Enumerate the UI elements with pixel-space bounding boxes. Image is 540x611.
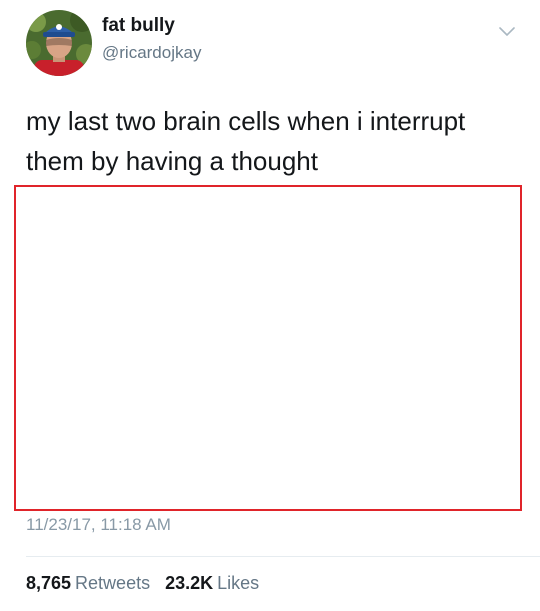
timestamp[interactable]: 11/23/17, 11:18 AM <box>26 515 171 535</box>
divider <box>26 556 540 557</box>
avatar[interactable] <box>26 10 92 76</box>
retweets-count: 8,765 <box>26 573 72 593</box>
retweets-label: Retweets <box>75 573 151 593</box>
likes-label: Likes <box>217 573 260 593</box>
likes-link[interactable]: 23.2K Likes <box>155 573 259 593</box>
chevron-down-icon[interactable] <box>496 24 518 40</box>
likes-count: 23.2K <box>165 573 214 593</box>
tweet-text: my last two brain cells when i interrupt… <box>26 106 466 176</box>
username-handle[interactable]: @ricardojkay <box>102 43 201 63</box>
display-name[interactable]: fat bully <box>102 15 175 37</box>
media-placeholder[interactable] <box>14 185 522 511</box>
retweets-link[interactable]: 8,765 Retweets <box>26 573 155 593</box>
profile-photo <box>26 10 92 76</box>
engagement-stats: 8,765 Retweets 23.2K Likes <box>26 573 259 594</box>
